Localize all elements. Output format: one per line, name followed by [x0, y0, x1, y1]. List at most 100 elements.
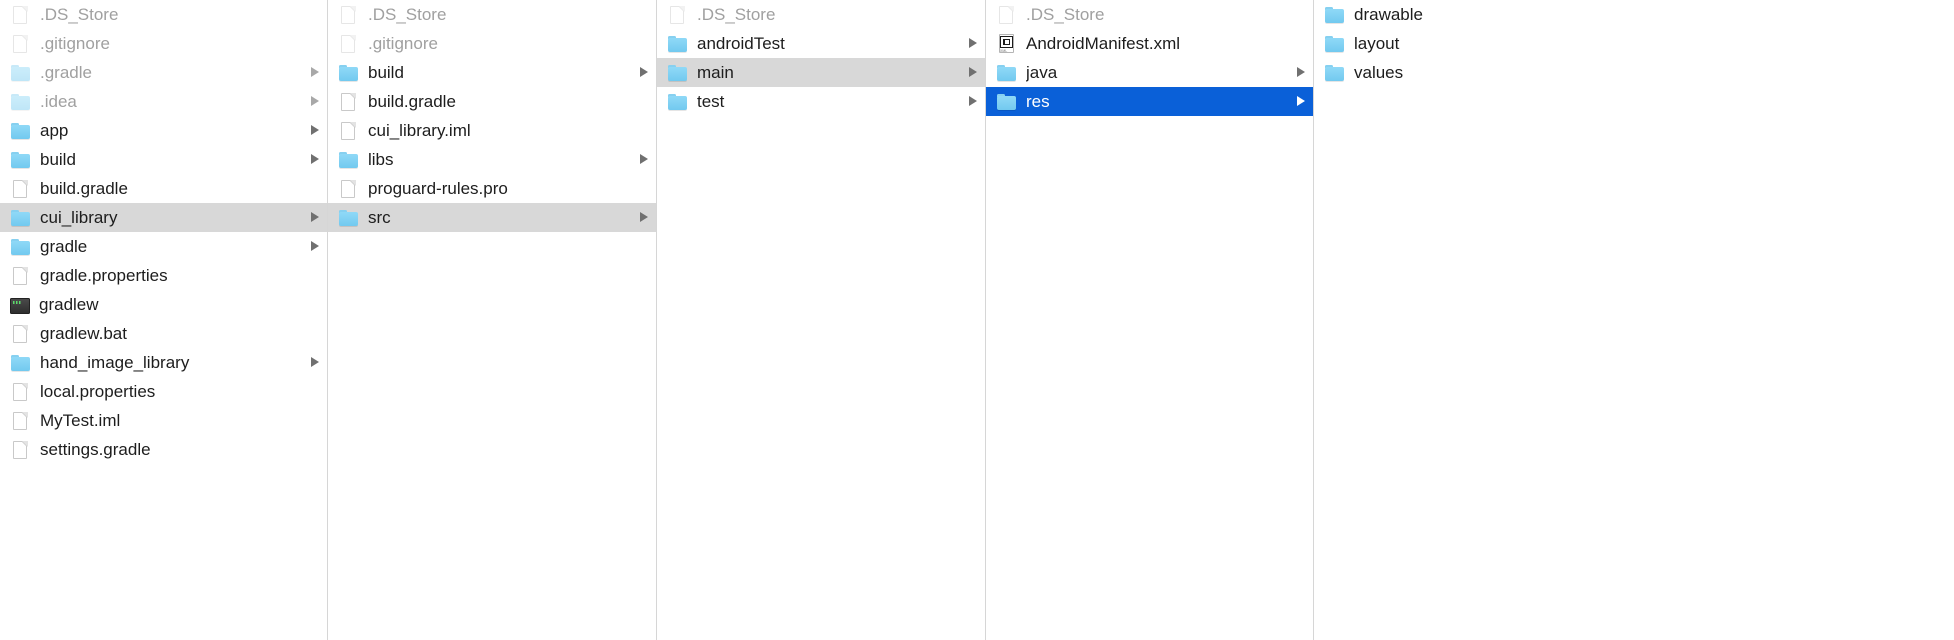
disclosure-arrow-icon[interactable] — [1296, 96, 1305, 107]
document-icon — [996, 4, 1017, 25]
arrow-spacer — [639, 183, 648, 194]
file-name-label: test — [697, 91, 725, 111]
column-item-list: .DS_Store XML AndroidManifest.xml java res — [986, 0, 1313, 116]
finder-column-0[interactable]: .DS_Store .gitignore .gradle .idea app build b… — [0, 0, 328, 640]
disclosure-arrow-icon[interactable] — [968, 96, 977, 107]
disclosure-arrow-icon[interactable] — [639, 154, 648, 165]
file-row[interactable]: drawable — [1314, 0, 1954, 29]
folder-icon — [996, 62, 1017, 83]
arrow-spacer — [310, 444, 319, 455]
file-row[interactable]: res — [986, 87, 1313, 116]
file-row[interactable]: gradle.properties — [0, 261, 327, 290]
arrow-spacer — [1296, 38, 1305, 49]
arrow-spacer — [1937, 67, 1946, 78]
file-row[interactable]: .gitignore — [328, 29, 656, 58]
file-name-label: local.properties — [40, 381, 156, 401]
folder-icon — [1324, 33, 1345, 54]
disclosure-arrow-icon[interactable] — [1296, 67, 1305, 78]
folder-icon — [667, 33, 688, 54]
file-name-label: build — [40, 149, 76, 169]
folder-icon — [996, 91, 1017, 112]
document-icon — [10, 265, 31, 286]
file-row[interactable]: .gradle — [0, 58, 327, 87]
file-name-label: drawable — [1354, 4, 1423, 24]
file-row[interactable]: XML AndroidManifest.xml — [986, 29, 1313, 58]
document-icon — [338, 4, 359, 25]
disclosure-arrow-icon[interactable] — [310, 67, 319, 78]
disclosure-arrow-icon[interactable] — [310, 241, 319, 252]
file-name-label: src — [368, 207, 391, 227]
column-item-list: .DS_Store .gitignore build build.gradle cui_… — [328, 0, 656, 232]
document-icon — [10, 4, 31, 25]
file-row[interactable]: app — [0, 116, 327, 145]
file-row[interactable]: androidTest — [657, 29, 985, 58]
arrow-spacer — [1937, 38, 1946, 49]
disclosure-arrow-icon[interactable] — [968, 67, 977, 78]
document-icon — [10, 33, 31, 54]
xml-glyph — [1000, 35, 1013, 48]
finder-column-3[interactable]: .DS_Store XML AndroidManifest.xml java res — [986, 0, 1314, 640]
file-row[interactable]: hand_image_library — [0, 348, 327, 377]
file-row[interactable]: values — [1314, 58, 1954, 87]
file-row[interactable]: build.gradle — [0, 174, 327, 203]
file-row[interactable]: layout — [1314, 29, 1954, 58]
file-row[interactable]: test — [657, 87, 985, 116]
disclosure-arrow-icon[interactable] — [310, 96, 319, 107]
file-name-label: res — [1026, 91, 1050, 111]
file-row[interactable]: proguard-rules.pro — [328, 174, 656, 203]
disclosure-arrow-icon[interactable] — [310, 154, 319, 165]
file-row[interactable]: java — [986, 58, 1313, 87]
file-name-label: build.gradle — [368, 91, 456, 111]
file-name-label: gradle — [40, 236, 88, 256]
file-name-label: .gradle — [40, 62, 92, 82]
file-row[interactable]: .DS_Store — [328, 0, 656, 29]
file-row[interactable]: .DS_Store — [657, 0, 985, 29]
finder-column-2[interactable]: .DS_Store androidTest main test — [657, 0, 986, 640]
file-row[interactable]: gradle — [0, 232, 327, 261]
file-row[interactable]: cui_library.iml — [328, 116, 656, 145]
file-name-label: androidTest — [697, 33, 785, 53]
document-icon — [338, 178, 359, 199]
file-row[interactable]: build — [328, 58, 656, 87]
file-name-label: build — [368, 62, 404, 82]
file-row[interactable]: .DS_Store — [986, 0, 1313, 29]
file-row[interactable]: build — [0, 145, 327, 174]
file-name-label: app — [40, 120, 69, 140]
file-name-label: gradlew — [39, 294, 99, 314]
xml-badge-label: XML — [1000, 48, 1008, 53]
disclosure-arrow-icon[interactable] — [639, 212, 648, 223]
file-row[interactable]: .DS_Store — [0, 0, 327, 29]
disclosure-arrow-icon[interactable] — [310, 357, 319, 368]
file-row[interactable]: settings.gradle — [0, 435, 327, 464]
file-name-label: gradlew.bat — [40, 323, 127, 343]
file-row[interactable]: src — [328, 203, 656, 232]
file-row[interactable]: libs — [328, 145, 656, 174]
file-name-label: build.gradle — [40, 178, 128, 198]
file-name-label: AndroidManifest.xml — [1026, 33, 1181, 53]
folder-icon — [10, 149, 31, 170]
file-row[interactable]: build.gradle — [328, 87, 656, 116]
disclosure-arrow-icon[interactable] — [310, 212, 319, 223]
file-row[interactable]: gradlew — [0, 290, 327, 319]
file-row[interactable]: gradlew.bat — [0, 319, 327, 348]
disclosure-arrow-icon[interactable] — [310, 125, 319, 136]
file-row[interactable]: local.properties — [0, 377, 327, 406]
file-row[interactable]: .idea — [0, 87, 327, 116]
finder-column-1[interactable]: .DS_Store .gitignore build build.gradle cui_… — [328, 0, 657, 640]
file-name-label: .DS_Store — [40, 4, 119, 24]
folder-icon — [10, 91, 31, 112]
file-name-label: .gitignore — [40, 33, 110, 53]
file-row[interactable]: MyTest.iml — [0, 406, 327, 435]
disclosure-arrow-icon[interactable] — [968, 38, 977, 49]
arrow-spacer — [639, 38, 648, 49]
file-row[interactable]: .gitignore — [0, 29, 327, 58]
file-row[interactable]: cui_library — [0, 203, 327, 232]
arrow-spacer — [310, 328, 319, 339]
file-name-label: libs — [368, 149, 394, 169]
document-icon — [10, 178, 31, 199]
folder-icon — [10, 236, 31, 257]
document-icon — [338, 120, 359, 141]
finder-column-4[interactable]: drawable layout values — [1314, 0, 1954, 640]
disclosure-arrow-icon[interactable] — [639, 67, 648, 78]
file-row[interactable]: main — [657, 58, 985, 87]
